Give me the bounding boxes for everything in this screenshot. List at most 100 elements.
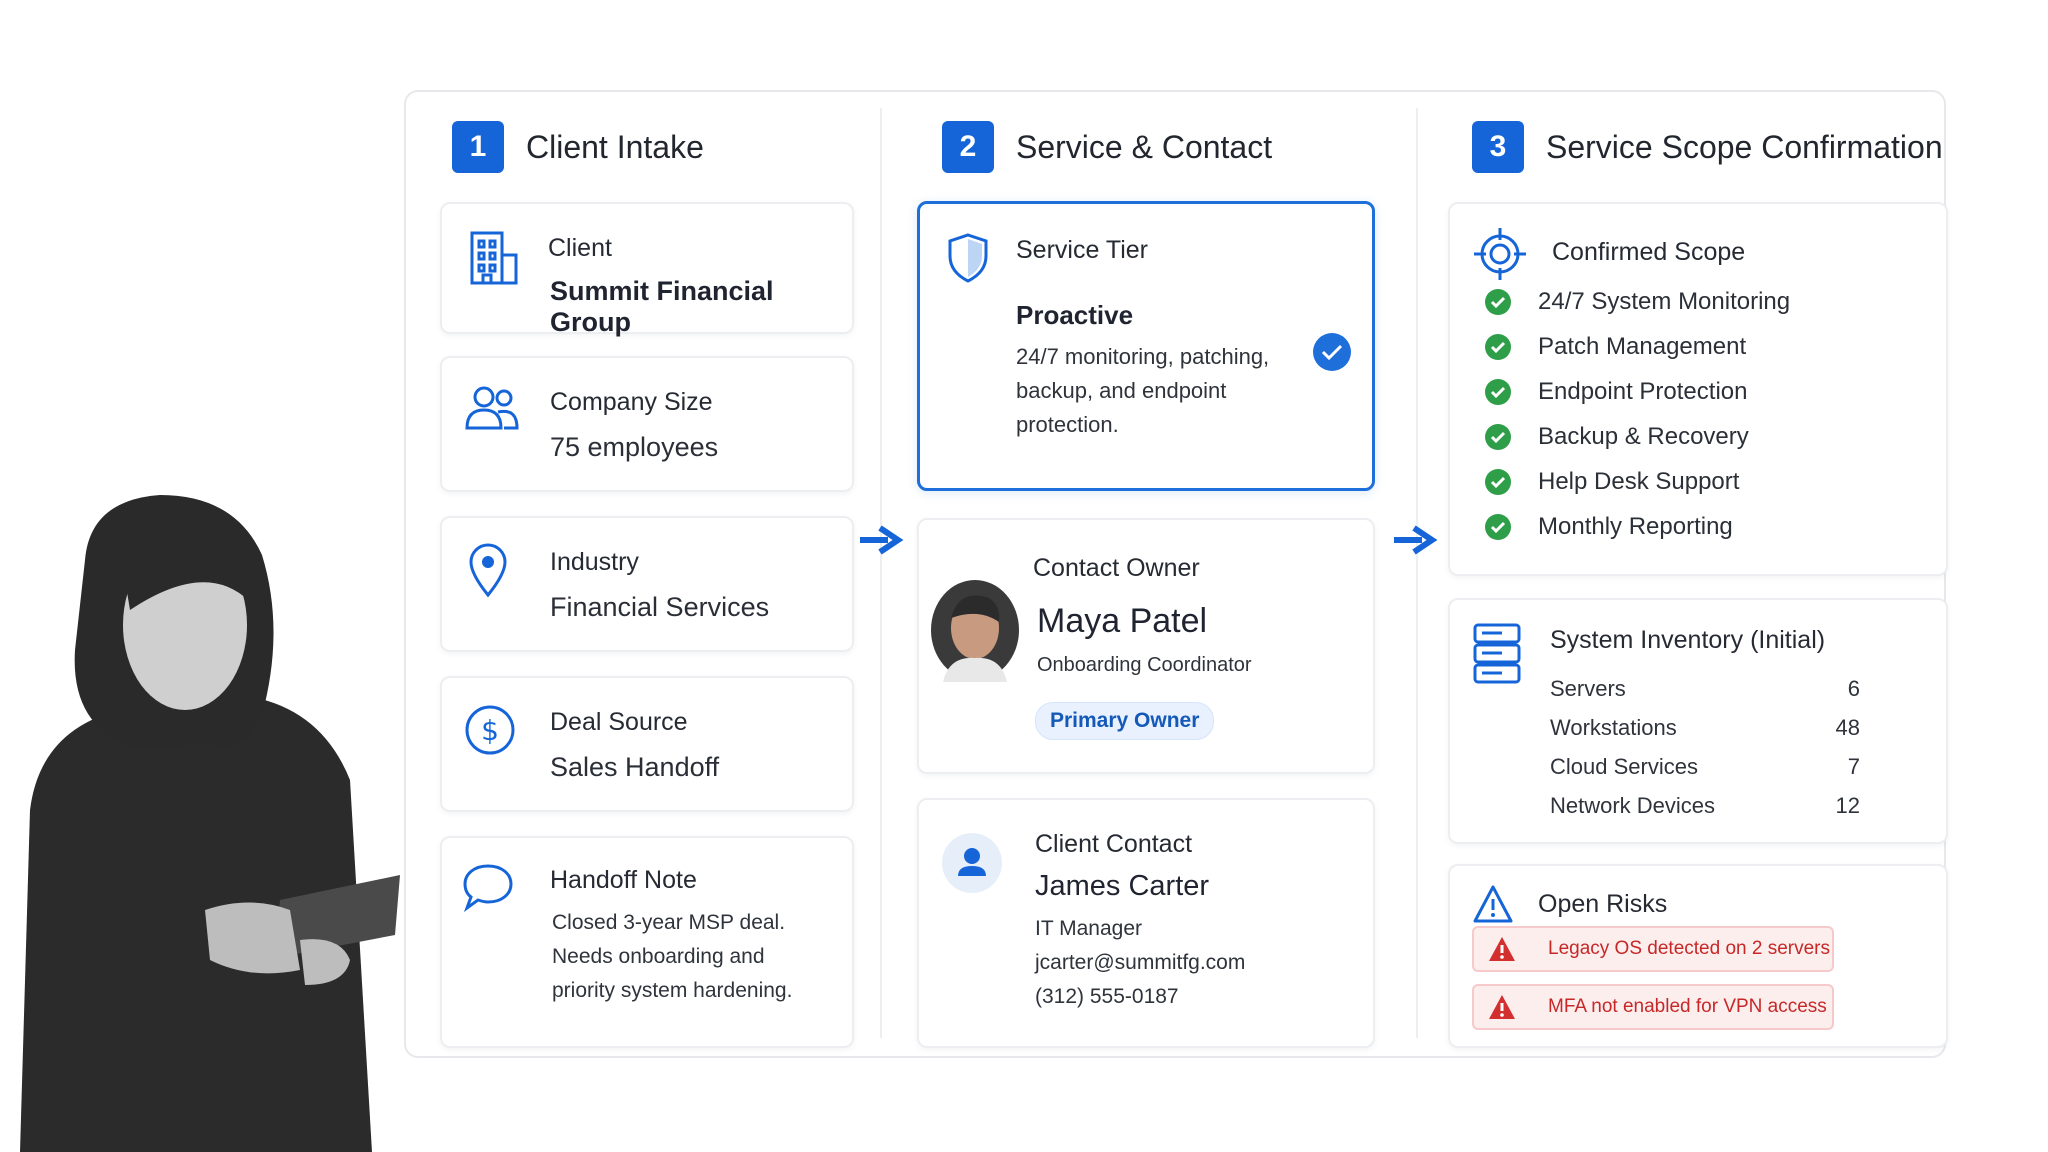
people-icon: [465, 386, 519, 430]
inventory-name: Cloud Services: [1550, 754, 1698, 779]
scope-item-label: 24/7 System Monitoring: [1538, 288, 1791, 315]
building-icon: [470, 231, 518, 285]
inventory-count: 48: [1835, 715, 1860, 740]
avatar: [931, 580, 1019, 682]
svg-text:$: $: [481, 714, 499, 747]
target-icon: [1474, 228, 1526, 280]
step-number-badge: 1: [452, 121, 504, 173]
scope-item: Patch Management: [1484, 333, 1746, 361]
check-circle-icon: [1485, 469, 1511, 495]
shield-icon: [948, 233, 988, 283]
location-pin-icon: [469, 543, 507, 598]
note-line: Closed 3-year MSP deal.: [552, 911, 786, 934]
column-divider: [1416, 108, 1418, 1038]
service-tier-card[interactable]: Service Tier Proactive 24/7 monitoring, …: [917, 201, 1375, 491]
scope-item-label: Monthly Reporting: [1538, 513, 1733, 540]
check-circle-icon: [1485, 334, 1511, 360]
step-1-header: 1 Client Intake: [452, 121, 704, 173]
scope-item: Help Desk Support: [1484, 468, 1739, 496]
handoff-note-label: Handoff Note: [550, 866, 697, 894]
risk-text: MFA not enabled for VPN access: [1548, 996, 1827, 1017]
inventory-count: 7: [1847, 754, 1860, 779]
column-divider: [880, 108, 882, 1038]
primary-owner-badge: Primary Owner: [1035, 702, 1215, 740]
arrow-right-icon: [860, 525, 904, 555]
contact-owner-card[interactable]: Contact Owner Maya Patel Onboarding Coor…: [917, 518, 1375, 774]
check-circle-icon: [1485, 289, 1511, 315]
deal-source-label: Deal Source: [550, 708, 688, 736]
step-3-header: 3 Service Scope Confirmation: [1472, 121, 1943, 173]
description-line: 24/7 monitoring, patching,: [1016, 344, 1270, 369]
check-circle-icon: [1485, 514, 1511, 540]
system-inventory-card[interactable]: System Inventory (Initial) Servers 6 Works…: [1448, 598, 1948, 844]
warning-icon: [1489, 937, 1515, 961]
description-line: protection.: [1016, 412, 1119, 437]
inventory-name: Network Devices: [1550, 793, 1716, 818]
inventory-row: Workstations 48: [1550, 715, 1860, 741]
scope-item-label: Help Desk Support: [1538, 468, 1740, 495]
warning-icon: [1489, 995, 1515, 1019]
client-card[interactable]: Client Summit Financial Group: [440, 202, 854, 337]
step-number-badge: 3: [1472, 121, 1524, 173]
inventory-count: 6: [1847, 676, 1860, 701]
contact-phone[interactable]: (312) 555-0187: [1035, 980, 1245, 1014]
company-size-card[interactable]: Company Size 75 employees: [440, 356, 854, 492]
handoff-note-card[interactable]: Handoff Note Closed 3-year MSP deal. Nee…: [440, 836, 854, 1048]
risk-text: Legacy OS detected on 2 servers: [1548, 938, 1830, 959]
deal-source-card[interactable]: $ Deal Source Sales Handoff: [440, 676, 854, 812]
company-size-label: Company Size: [550, 388, 713, 416]
service-tier-label: Service Tier: [1016, 236, 1148, 264]
client-label: Client: [548, 234, 612, 262]
company-size-value: 75 employees: [550, 432, 719, 462]
description-line: backup, and endpoint: [1016, 378, 1227, 403]
scope-item: Endpoint Protection: [1484, 378, 1747, 406]
server-stack-icon: [1473, 623, 1521, 684]
contact-owner-name: Maya Patel: [1037, 602, 1208, 640]
scope-item-label: Endpoint Protection: [1538, 378, 1748, 405]
scope-item: 24/7 System Monitoring: [1484, 288, 1790, 316]
client-contact-name: James Carter: [1035, 870, 1210, 902]
inventory-row: Servers 6: [1550, 676, 1860, 702]
column-title: Service Scope Confirmation: [1546, 128, 1943, 165]
check-circle-icon: [1313, 333, 1351, 371]
risk-item[interactable]: Legacy OS detected on 2 servers: [1472, 926, 1834, 972]
open-risks-label: Open Risks: [1538, 890, 1668, 918]
contact-email[interactable]: jcarter@summitfg.com: [1035, 946, 1245, 980]
step-2-header: 2 Service & Contact: [942, 121, 1272, 173]
scope-item-label: Backup & Recovery: [1538, 423, 1749, 450]
check-circle-icon: [1485, 379, 1511, 405]
scope-item: Monthly Reporting: [1484, 513, 1733, 541]
contact-title: IT Manager: [1035, 917, 1142, 940]
inventory-name: Workstations: [1550, 715, 1677, 740]
column-title: Service & Contact: [1016, 128, 1273, 165]
client-value: Summit Financial Group: [550, 276, 774, 337]
dollar-icon: $: [465, 705, 515, 755]
confirmed-scope-card[interactable]: Confirmed Scope 24/7 System Monitoring Pa…: [1448, 202, 1948, 576]
user-icon: [942, 833, 1002, 893]
check-circle-icon: [1485, 424, 1511, 450]
system-inventory-label: System Inventory (Initial): [1550, 626, 1826, 654]
arrow-right-icon: [1394, 525, 1438, 555]
note-line: Needs onboarding and: [552, 945, 765, 968]
contact-owner-label: Contact Owner: [1033, 554, 1200, 582]
service-tier-description: 24/7 monitoring, patching, backup, and e…: [1016, 340, 1269, 442]
scope-item: Backup & Recovery: [1484, 423, 1749, 451]
client-contact-card[interactable]: Client Contact James Carter IT Manager j…: [917, 798, 1375, 1048]
contact-owner-role: Onboarding Coordinator: [1037, 654, 1252, 676]
inventory-row: Network Devices 12: [1550, 793, 1860, 819]
service-tier-name: Proactive: [1016, 300, 1134, 330]
note-line: priority system hardening.: [552, 979, 793, 1002]
chat-bubble-icon: [463, 864, 513, 912]
inventory-count: 12: [1835, 793, 1860, 818]
handoff-note-text: Closed 3-year MSP deal. Needs onboarding…: [552, 906, 792, 1008]
client-contact-details: IT Manager jcarter@summitfg.com (312) 55…: [1035, 912, 1245, 1014]
warning-icon: [1473, 885, 1513, 923]
industry-label: Industry: [550, 548, 639, 576]
client-contact-label: Client Contact: [1035, 830, 1193, 858]
risk-item[interactable]: MFA not enabled for VPN access: [1472, 984, 1834, 1030]
column-title: Client Intake: [526, 128, 704, 165]
open-risks-card[interactable]: Open Risks Legacy OS detected on 2 serve…: [1448, 864, 1948, 1048]
confirmed-scope-label: Confirmed Scope: [1552, 238, 1746, 266]
deal-source-value: Sales Handoff: [550, 752, 720, 782]
industry-card[interactable]: Industry Financial Services: [440, 516, 854, 652]
